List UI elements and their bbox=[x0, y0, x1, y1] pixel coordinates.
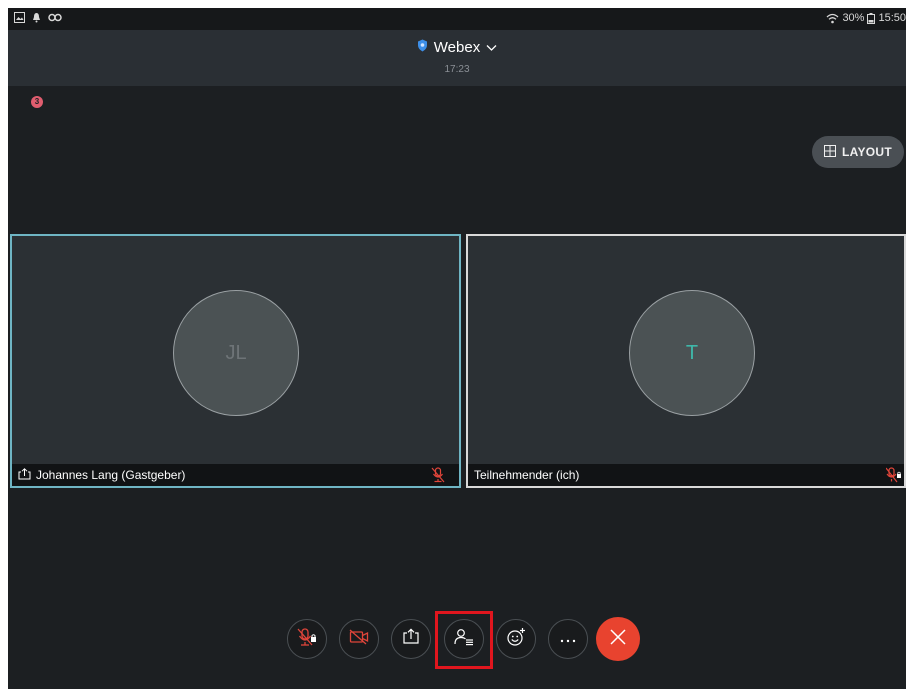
battery-icon bbox=[867, 12, 876, 24]
avatar: JL bbox=[173, 290, 299, 416]
more-button[interactable] bbox=[548, 619, 588, 659]
emoji-icon bbox=[506, 627, 526, 652]
battery-percent: 30% bbox=[842, 12, 865, 24]
meeting-window: 30% 15:50 Webex 17:23 3 LAYOUT JL Johann… bbox=[8, 8, 906, 689]
status-bar: 30% 15:50 bbox=[8, 8, 906, 30]
more-icon bbox=[560, 630, 576, 648]
participant-tile-self[interactable]: T Teilnehmender (ich) bbox=[466, 234, 906, 488]
close-icon bbox=[609, 628, 627, 651]
highlight-box bbox=[435, 611, 493, 669]
meeting-duration: 17:23 bbox=[444, 64, 470, 75]
image-icon bbox=[14, 12, 25, 23]
meeting-title-dropdown[interactable]: Webex bbox=[8, 39, 906, 56]
app-icon bbox=[48, 12, 62, 23]
video-off-icon bbox=[349, 629, 369, 650]
leave-button[interactable] bbox=[596, 617, 640, 661]
mic-off-lock-icon bbox=[885, 467, 902, 486]
share-button[interactable] bbox=[391, 619, 431, 659]
mic-off-icon bbox=[297, 627, 317, 652]
participant-name: Johannes Lang (Gastgeber) bbox=[36, 468, 186, 482]
clock: 15:50 bbox=[878, 12, 906, 24]
avatar: T bbox=[629, 290, 755, 416]
participant-name-bar: Teilnehmender (ich) bbox=[468, 464, 904, 486]
meeting-title: Webex bbox=[433, 39, 481, 56]
mic-off-icon bbox=[431, 467, 445, 486]
video-button[interactable] bbox=[339, 619, 379, 659]
shield-icon bbox=[417, 39, 428, 56]
wifi-icon bbox=[826, 13, 839, 24]
notification-badge[interactable]: 3 bbox=[31, 96, 43, 108]
participant-name: Teilnehmender (ich) bbox=[474, 468, 580, 482]
layout-button[interactable]: LAYOUT bbox=[812, 136, 904, 168]
share-icon bbox=[402, 628, 420, 650]
mute-button[interactable] bbox=[287, 619, 327, 659]
meeting-header: Webex 17:23 bbox=[8, 30, 906, 86]
share-icon bbox=[18, 467, 31, 483]
layout-label: LAYOUT bbox=[841, 145, 893, 159]
chevron-down-icon bbox=[486, 39, 497, 56]
notification-icon bbox=[31, 12, 42, 23]
participant-tile-host[interactable]: JL Johannes Lang (Gastgeber) bbox=[10, 234, 461, 488]
participant-name-bar: Johannes Lang (Gastgeber) bbox=[12, 464, 459, 486]
avatar-initials: JL bbox=[225, 341, 247, 364]
avatar-initials: T bbox=[685, 341, 699, 364]
reactions-button[interactable] bbox=[496, 619, 536, 659]
grid-icon bbox=[823, 144, 836, 160]
